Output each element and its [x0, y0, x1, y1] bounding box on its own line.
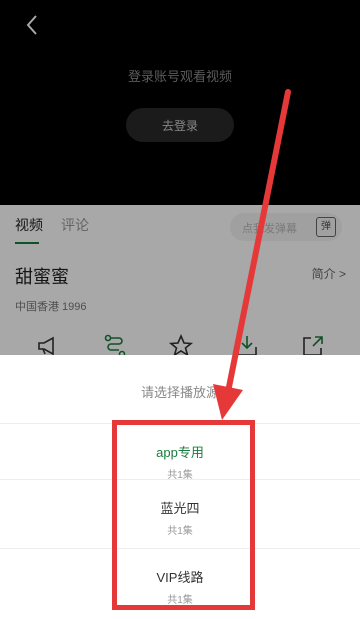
modal-overlay[interactable] [0, 0, 360, 355]
sheet-title: 请选择播放源 [140, 385, 219, 400]
annotation-highlight-box [112, 420, 255, 610]
